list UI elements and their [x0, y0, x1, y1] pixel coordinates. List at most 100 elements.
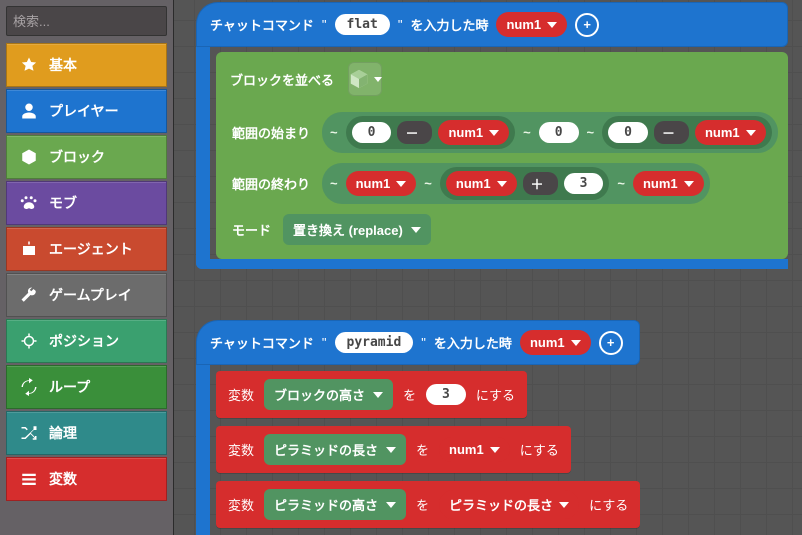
- num-input[interactable]: 0: [539, 122, 579, 143]
- tilde: ~: [615, 176, 627, 191]
- loop-icon: [19, 377, 39, 397]
- kw-set: にする: [476, 385, 515, 404]
- op-minus[interactable]: －: [654, 121, 689, 144]
- hat-chat-command-flat[interactable]: チャットコマンド "flat" を入力した時 num1 +: [196, 2, 788, 47]
- tilde: ~: [585, 125, 597, 140]
- var-ref-num1[interactable]: num1: [633, 171, 704, 196]
- num-input[interactable]: 3: [426, 384, 466, 405]
- chevron-down-icon: [489, 130, 499, 136]
- user-icon: [19, 101, 39, 121]
- chevron-down-icon: [684, 181, 694, 187]
- category-gameplay[interactable]: ゲームプレイ: [6, 273, 167, 317]
- cube-icon: [348, 68, 370, 90]
- stack-pyramid[interactable]: チャットコマンド "pyramid" を入力した時 num1 + 変数 ブロック…: [196, 320, 640, 535]
- kw-to: を: [416, 440, 429, 459]
- var-ref-num1[interactable]: num1: [695, 120, 766, 145]
- category-label: プレイヤー: [49, 101, 119, 121]
- search-input[interactable]: [13, 14, 189, 29]
- set-var-block-height[interactable]: 変数 ブロックの高さ を 3 にする: [216, 371, 527, 418]
- stack-flat[interactable]: チャットコマンド "flat" を入力した時 num1 + ブロックを並べる 範: [196, 2, 788, 269]
- kw-var: 変数: [228, 385, 254, 404]
- num-input[interactable]: 0: [352, 122, 392, 143]
- mode-label: モード: [232, 220, 271, 239]
- op-plus[interactable]: ＋: [523, 172, 558, 195]
- chevron-down-icon: [547, 22, 557, 28]
- hat-param[interactable]: num1: [496, 12, 567, 37]
- expr-slot[interactable]: 0 － num1: [346, 116, 516, 149]
- category-label: 変数: [49, 469, 77, 489]
- category-label: ループ: [49, 377, 90, 397]
- tilde: ~: [328, 176, 340, 191]
- kw-set: にする: [520, 440, 559, 459]
- chevron-down-icon: [571, 340, 581, 346]
- chat-command-value[interactable]: flat: [335, 14, 390, 35]
- fill-block[interactable]: ブロックを並べる 範囲の始まり ~ 0 －: [216, 52, 788, 259]
- var-ref[interactable]: ピラミッドの長さ: [439, 490, 579, 519]
- add-param-button[interactable]: +: [599, 331, 623, 355]
- category-loop[interactable]: ループ: [6, 365, 167, 409]
- kw-to: を: [403, 385, 416, 404]
- mode-dropdown[interactable]: 置き換え (replace): [283, 214, 431, 245]
- var-ref-num1[interactable]: num1: [438, 120, 509, 145]
- category-block[interactable]: ブロック: [6, 135, 167, 179]
- kw-set: にする: [589, 495, 628, 514]
- fill-mode-row: モード 置き換え (replace): [232, 214, 778, 245]
- chevron-down-icon: [411, 227, 421, 233]
- category-variable[interactable]: 変数: [6, 457, 167, 501]
- var-dropdown[interactable]: ピラミッドの高さ: [264, 489, 406, 520]
- category-agent[interactable]: エージェント: [6, 227, 167, 271]
- paw-icon: [19, 193, 39, 213]
- from-label: 範囲の始まり: [232, 123, 310, 142]
- num-input[interactable]: 3: [564, 173, 604, 194]
- kw-var: 変数: [228, 495, 254, 514]
- category-logic[interactable]: 論理: [6, 411, 167, 455]
- set-var-pyr-height[interactable]: 変数 ピラミッドの高さ を ピラミッドの長さ にする: [216, 481, 640, 528]
- tilde: ~: [521, 125, 533, 140]
- search-box[interactable]: [6, 6, 167, 36]
- workspace[interactable]: チャットコマンド "flat" を入力した時 num1 + ブロックを並べる 範: [174, 0, 802, 535]
- hat-label: チャットコマンド: [210, 333, 314, 352]
- fill-to-row: 範囲の終わり ~ num1 ~ num1 ＋ 3 ~ num1: [232, 163, 778, 204]
- fill-title: ブロックを並べる: [230, 70, 334, 89]
- category-basic[interactable]: 基本: [6, 43, 167, 87]
- menu-icon: [19, 469, 39, 489]
- kw-var: 変数: [228, 440, 254, 459]
- var-dropdown[interactable]: ブロックの高さ: [264, 379, 393, 410]
- to-label: 範囲の終わり: [232, 174, 310, 193]
- chevron-down-icon: [396, 181, 406, 187]
- hat-chat-command-pyramid[interactable]: チャットコマンド "pyramid" を入力した時 num1 +: [196, 320, 640, 365]
- category-position[interactable]: ポジション: [6, 319, 167, 363]
- var-dropdown[interactable]: ピラミッドの長さ: [264, 434, 406, 465]
- cube-icon: [19, 147, 39, 167]
- category-label: 論理: [49, 423, 77, 443]
- to-position[interactable]: ~ num1 ~ num1 ＋ 3 ~ num1: [322, 163, 710, 204]
- hat-param[interactable]: num1: [520, 330, 591, 355]
- category-player[interactable]: プレイヤー: [6, 89, 167, 133]
- expr-slot[interactable]: 0 － num1: [602, 116, 772, 149]
- toolbox-sidebar: 基本プレイヤーブロックモブエージェントゲームプレイポジションループ論理変数: [0, 0, 174, 535]
- var-ref-num1[interactable]: num1: [446, 171, 517, 196]
- num-input[interactable]: 0: [608, 122, 648, 143]
- chevron-down-icon: [386, 502, 396, 508]
- add-param-button[interactable]: +: [575, 13, 599, 37]
- op-minus[interactable]: －: [397, 121, 432, 144]
- chat-command-value[interactable]: pyramid: [335, 332, 414, 353]
- var-ref[interactable]: num1: [439, 437, 510, 462]
- category-label: ゲームプレイ: [49, 285, 132, 305]
- category-label: モブ: [49, 193, 77, 213]
- from-position[interactable]: ~ 0 － num1 ~ 0 ~ 0 －: [322, 112, 778, 153]
- chevron-down-icon: [497, 181, 507, 187]
- expr-slot[interactable]: num1 ＋ 3: [440, 167, 610, 200]
- star-icon: [19, 55, 39, 75]
- hat-label: チャットコマンド: [210, 15, 314, 34]
- category-list: 基本プレイヤーブロックモブエージェントゲームプレイポジションループ論理変数: [0, 42, 173, 502]
- target-icon: [19, 331, 39, 351]
- category-label: 基本: [49, 55, 77, 75]
- block-picker[interactable]: [348, 62, 382, 96]
- chevron-down-icon: [746, 130, 756, 136]
- shuffle-icon: [19, 423, 39, 443]
- search-wrap: [0, 0, 173, 42]
- category-mob[interactable]: モブ: [6, 181, 167, 225]
- var-ref-num1[interactable]: num1: [346, 171, 417, 196]
- set-var-length[interactable]: 変数 ピラミッドの長さ を num1 にする: [216, 426, 571, 473]
